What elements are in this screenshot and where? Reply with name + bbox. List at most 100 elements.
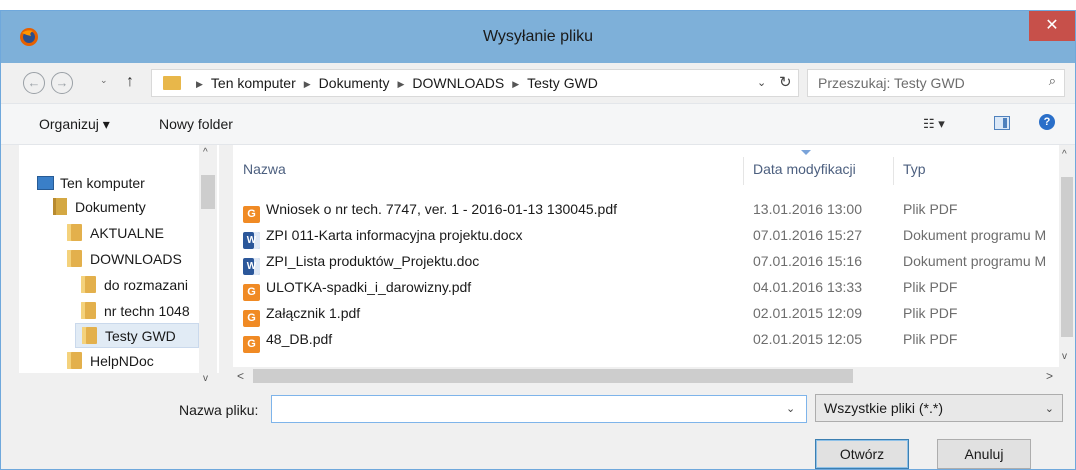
file-name-cell: W ZPI_Lista produktów_Projektu.doc [243,249,743,275]
view-options-icon[interactable]: ☷ ▾ [923,116,945,132]
breadcrumb-item[interactable]: DOWNLOADS [412,75,504,91]
title-bar: Wysyłanie pliku ✕ [1,11,1075,63]
file-row[interactable]: G Załącznik 1.pdf 02.01.2015 12:09 Plik P… [233,301,1059,327]
tree-item-testy-gwd[interactable]: Testy GWD [75,323,199,348]
breadcrumb-separator-icon[interactable]: ▶ [512,79,519,89]
tree-item-dokumenty[interactable]: Dokumenty [53,195,146,220]
file-dialog: Wysyłanie pliku ✕ ← → ⌄ ↑ ▶ Ten komputer ▶… [0,10,1076,470]
file-type: Dokument programu M [903,253,1047,269]
file-row[interactable]: G ULOTKA-spadki_i_darowizny.pdf 04.01.201… [233,275,1059,301]
breadcrumb-item[interactable]: Testy GWD [527,75,598,91]
filename-dropdown-icon[interactable]: ⌄ [786,402,795,415]
file-name-cell: W ZPI 011-Karta informacyjna projektu.doc… [243,223,743,249]
close-button[interactable]: ✕ [1029,11,1075,41]
scroll-down-icon[interactable]: v [1062,351,1067,362]
address-row: ← → ⌄ ↑ ▶ Ten komputer ▶ Dokumenty ▶ DOWNLOAD… [1,63,1075,103]
file-list: Nazwa Data modyfikacji Typ G Wniosek o nr… [233,145,1059,367]
address-dropdown-icon[interactable]: ⌄ [757,76,766,89]
cancel-button[interactable]: Anuluj [937,439,1031,469]
breadcrumb-separator-icon: ▶ [196,79,203,89]
folder-icon [81,302,96,319]
navigation-tree: Ten komputer Dokumenty AKTUALNE DOWNLOAD… [19,145,219,373]
file-date: 13.01.2016 13:00 [753,201,862,217]
pdf-icon: G [243,336,260,353]
scroll-right-icon[interactable]: > [1046,369,1053,383]
history-dropdown-icon[interactable]: ⌄ [100,75,108,86]
folder-icon [67,352,82,369]
address-bar[interactable]: ▶ Ten komputer ▶ Dokumenty ▶ DOWNLOADS ▶ Testy … [151,69,799,97]
tree-item-label: Testy GWD [105,328,176,344]
tree-item-downloads[interactable]: DOWNLOADS [67,247,182,272]
breadcrumb-separator-icon[interactable]: ▶ [304,79,311,89]
tree-item-helpndoc[interactable]: HelpNDoc [67,349,154,373]
word-icon: W [243,258,260,275]
column-header-date[interactable]: Data modyfikacji [753,161,856,177]
tree-item-do-rozmazani[interactable]: do rozmazani [81,273,201,298]
tree-item-label: DOWNLOADS [90,251,182,267]
tree-scrollbar[interactable]: ^ v [199,145,217,384]
toolbar: Organizuj ▾ Nowy folder ☷ ▾ ? [1,103,1075,145]
file-row[interactable]: W ZPI 011-Karta informacyjna projektu.doc… [233,223,1059,249]
column-divider[interactable] [893,157,894,185]
file-type: Plik PDF [903,305,958,321]
dialog-footer: Nazwa pliku: ⌄ Wszystkie pliki (*.*) ⌄ O… [1,385,1075,469]
file-type-filter-value: Wszystkie pliki (*.*) [824,400,944,416]
tree-item-label: Ten komputer [60,175,145,191]
file-row[interactable]: G 48_DB.pdf 02.01.2015 12:05 Plik PDF [233,327,1059,353]
window-title: Wysyłanie pliku [482,28,594,45]
file-date: 07.01.2016 15:27 [753,227,862,243]
top-strip [0,0,1076,10]
breadcrumb-separator-icon[interactable]: ▶ [397,79,404,89]
file-type: Dokument programu M [903,227,1047,243]
preview-pane-icon[interactable] [994,116,1010,130]
pdf-icon: G [243,206,260,223]
open-button[interactable]: Otwórz [815,439,909,469]
file-type: Plik PDF [903,201,958,217]
refresh-icon[interactable]: ↻ [779,73,792,91]
file-name-cell: G Załącznik 1.pdf [243,301,743,327]
file-row[interactable]: G Wniosek o nr tech. 7747, ver. 1 - 2016-… [233,197,1059,223]
word-icon: W [243,232,260,249]
scroll-thumb[interactable] [1061,177,1073,337]
horizontal-scrollbar[interactable]: < > [233,367,1059,385]
file-name-cell: G Wniosek o nr tech. 7747, ver. 1 - 2016-… [243,197,743,223]
folder-icon [82,327,97,344]
search-box[interactable]: Przeszukaj: Testy GWD ⌕ [807,69,1065,97]
scroll-thumb[interactable] [201,175,215,209]
file-name: ULOTKA-spadki_i_darowizny.pdf [266,279,472,295]
tree-item-ten-komputer[interactable]: Ten komputer [37,171,145,196]
file-list-scrollbar[interactable]: ^ v [1059,145,1075,367]
scroll-thumb[interactable] [253,369,853,383]
file-row[interactable]: W ZPI_Lista produktów_Projektu.doc 07.01.… [233,249,1059,275]
file-name: Załącznik 1.pdf [266,305,361,321]
breadcrumb-item[interactable]: Ten komputer [211,75,296,91]
scroll-down-icon[interactable]: v [203,373,208,384]
scroll-up-icon[interactable]: ^ [203,147,208,158]
filename-label: Nazwa pliku: [179,402,259,418]
tree-item-aktualne[interactable]: AKTUALNE [67,221,164,246]
folder-icon [67,224,82,241]
breadcrumb-item[interactable]: Dokumenty [319,75,390,91]
forward-button[interactable]: → [51,72,73,94]
scroll-left-icon[interactable]: < [237,369,244,383]
file-name: Wniosek o nr tech. 7747, ver. 1 - 2016-0… [266,201,618,217]
organize-button[interactable]: Organizuj ▾ [39,104,110,144]
up-folder-button[interactable]: ↑ [126,73,134,91]
column-divider[interactable] [743,157,744,185]
new-folder-button[interactable]: Nowy folder [159,104,233,144]
column-header-type[interactable]: Typ [903,161,926,177]
computer-icon [37,176,54,190]
file-name-cell: G ULOTKA-spadki_i_darowizny.pdf [243,275,743,301]
folder-icon [163,76,181,90]
file-type-filter[interactable]: Wszystkie pliki (*.*) ⌄ [815,394,1063,422]
file-type: Plik PDF [903,331,958,347]
help-icon[interactable]: ? [1039,114,1055,130]
column-header-name[interactable]: Nazwa [243,161,286,177]
scroll-up-icon[interactable]: ^ [1062,149,1067,160]
filename-input[interactable] [271,395,807,423]
breadcrumb: ▶ Ten komputer ▶ Dokumenty ▶ DOWNLOADS ▶ Testy … [188,70,598,98]
back-button[interactable]: ← [23,72,45,94]
documents-icon [53,198,67,215]
chevron-down-icon: ⌄ [1044,403,1054,415]
tree-item-nr-techn[interactable]: nr techn 1048 [81,299,201,324]
